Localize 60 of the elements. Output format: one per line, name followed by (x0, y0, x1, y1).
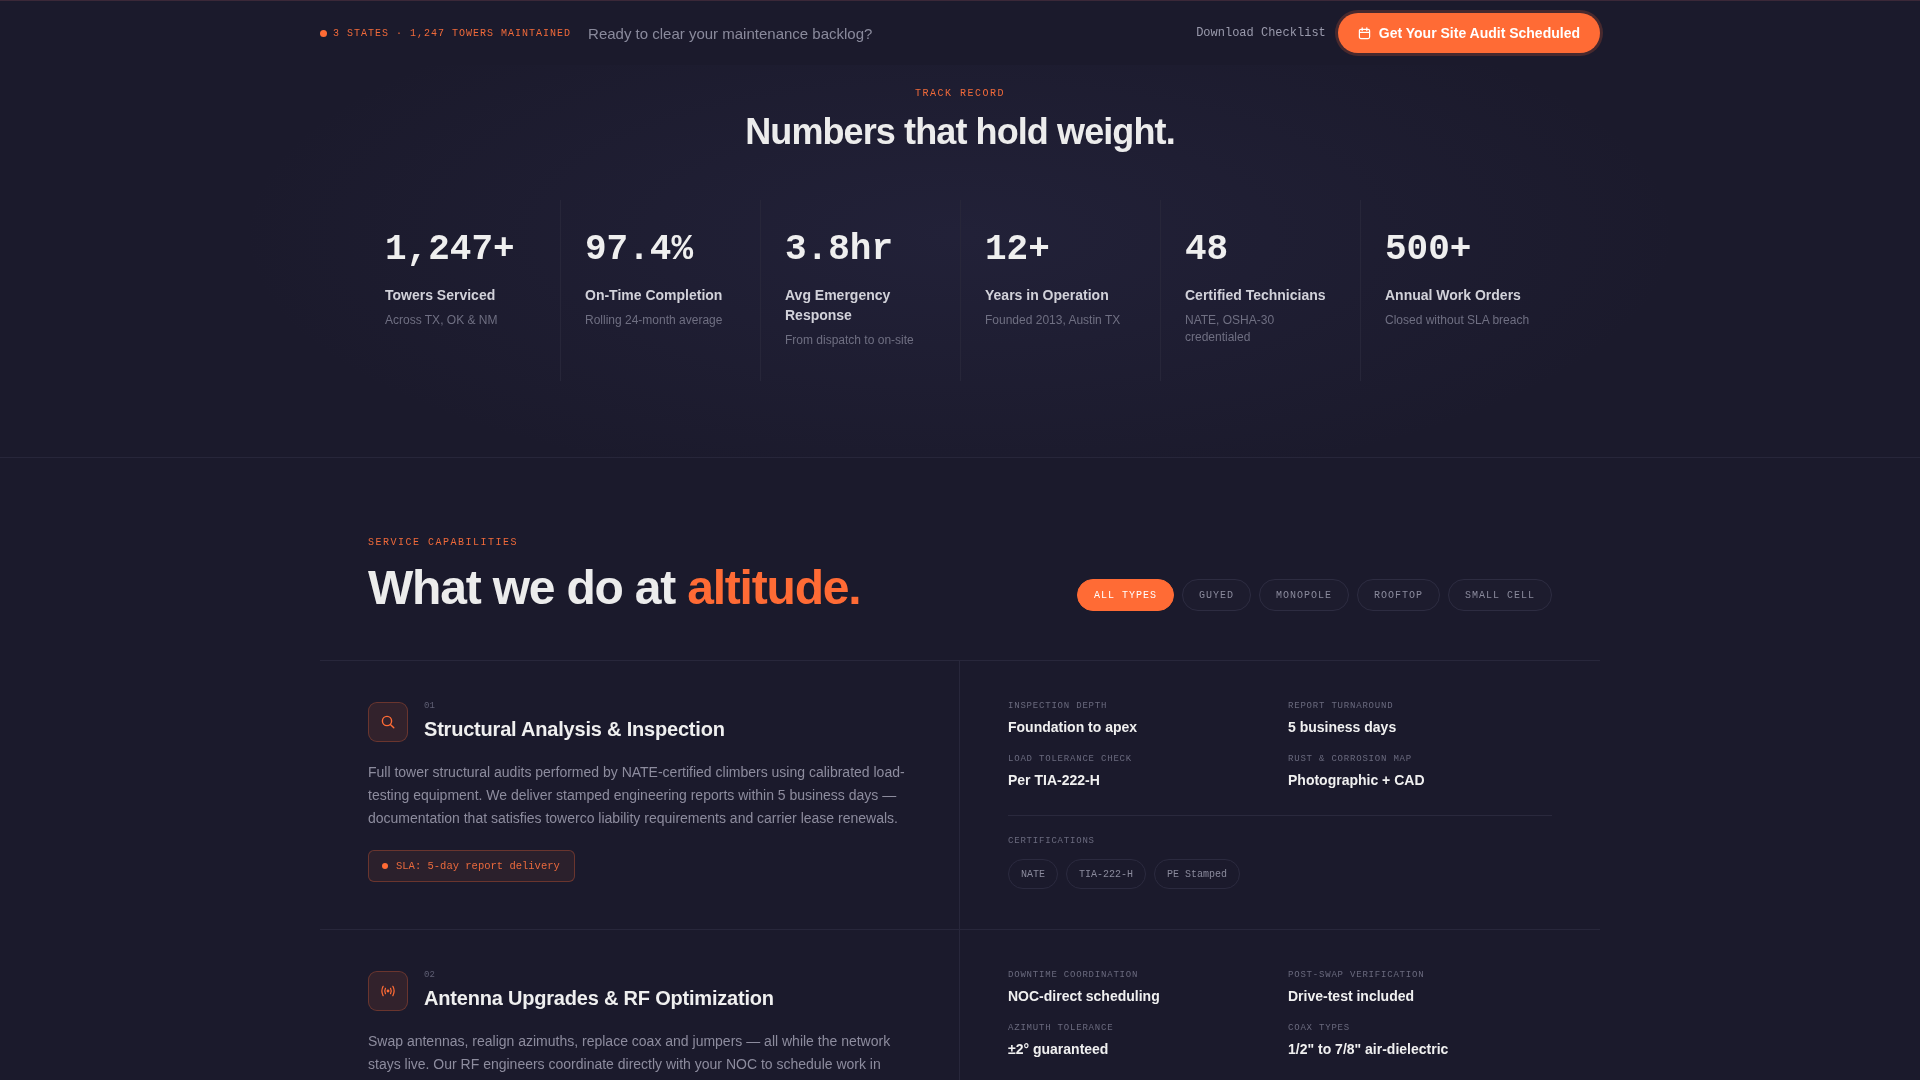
stat-note: From dispatch to on-site (785, 332, 915, 349)
certifications-label: CERTIFICATIONS (1008, 835, 1096, 847)
stat-note: Rolling 24-month average (585, 312, 724, 329)
sla-dot-icon (382, 863, 388, 869)
section-heading: What we do at altitude. (368, 560, 861, 616)
service-number: 02 (424, 969, 435, 981)
spec-value: Per TIA-222-H (1008, 771, 1100, 790)
filter-tab[interactable]: GUYED (1181, 579, 1251, 611)
filter-tab[interactable]: ALL TYPES (1076, 579, 1174, 611)
spec-label: LOAD TOLERANCE CHECK (1008, 753, 1133, 765)
spec-label: COAX TYPES (1288, 1022, 1350, 1034)
stat-value: 48 (1185, 228, 1230, 272)
spec-value: ±2° guaranteed (1008, 1040, 1109, 1059)
stat-note: Founded 2013, Austin TX (985, 312, 1122, 329)
service-description: Swap antennas, realign azimuths, replace coax and jumpers — all while the network stays live. Our RF engineers coordinate directly with your NOC to schedule work in (368, 1032, 892, 1074)
spec-value: Drive-test included (1288, 987, 1415, 1006)
stat-label: Years in Operation (985, 286, 1110, 305)
stat-value: 1,247+ (385, 228, 516, 272)
spec-label: DOWNTIME COORDINATION (1008, 969, 1139, 981)
spec-label: REPORT TURNAROUND (1288, 700, 1394, 712)
status-dot-icon (320, 29, 327, 37)
stat-label: Towers Serviced (385, 286, 497, 305)
status-text: 3 STATES · 1,247 TOWERS MAINTAINED (333, 27, 572, 39)
spec-value: NOC-direct scheduling (1008, 987, 1160, 1006)
stat-value: 3.8hr (785, 228, 895, 272)
download-checklist-link[interactable]: Download Checklist (1196, 26, 1326, 40)
eyebrow-label: SERVICE CAPABILITIES (368, 536, 519, 550)
antenna-signal-icon (368, 971, 408, 1011)
spec-label: RUST & CORROSION MAP (1288, 753, 1413, 765)
magnifier-icon (368, 702, 408, 742)
spec-label: POST-SWAP VERIFICATION (1288, 969, 1425, 981)
audit-cta-button[interactable]: Get Your Site Audit Scheduled (1337, 13, 1600, 53)
stat-value: 97.4% (585, 228, 695, 272)
stat-label: On-Time Completion (585, 286, 724, 305)
stat-label: Certified Technicians (1185, 286, 1327, 305)
spec-value: Photographic + CAD (1288, 771, 1425, 790)
filter-tab[interactable]: SMALL CELL (1448, 579, 1552, 611)
stat-note: Closed without SLA breach (1385, 312, 1531, 329)
service-title: Structural Analysis & Inspection (424, 717, 725, 742)
spec-value: Foundation to apex (1008, 718, 1138, 737)
stat-note: Across TX, OK & NM (385, 312, 499, 329)
spec-value: 5 business days (1288, 718, 1397, 737)
stat-value: 12+ (985, 228, 1051, 272)
service-description: Full tower structural audits performed by NATE-certified climbers using calibrated load-testing equipment. We deliver stamped engineering reports within 5 business days — documentation that satisfies towerco liability requirements and carrier lease renewals. (368, 763, 906, 828)
calendar-icon (1357, 26, 1371, 40)
tagline-text: Ready to clear your maintenance backlog? (588, 24, 873, 42)
filter-tab[interactable]: MONOPOLE (1258, 579, 1349, 611)
service-number: 01 (424, 700, 435, 712)
stat-value: 500+ (1385, 228, 1473, 272)
stat-label: Annual Work Orders (1385, 286, 1522, 305)
spec-label: AZIMUTH TOLERANCE (1008, 1022, 1114, 1034)
stat-note: NATE, OSHA-30 credentialed (1185, 312, 1276, 346)
filter-tab[interactable]: ROOFTOP (1356, 579, 1440, 611)
spec-value: 1/2" to 7/8" air-dielectric (1288, 1040, 1449, 1059)
sla-text: SLA: 5-day report delivery (396, 860, 560, 872)
spec-label: INSPECTION DEPTH (1008, 700, 1108, 712)
section-heading: Numbers that hold weight. (745, 110, 1175, 154)
eyebrow-label: TRACK RECORD (915, 87, 1005, 101)
service-title: Antenna Upgrades & RF Optimization (424, 986, 774, 1011)
stat-label: Avg Emergency Response (785, 286, 892, 325)
